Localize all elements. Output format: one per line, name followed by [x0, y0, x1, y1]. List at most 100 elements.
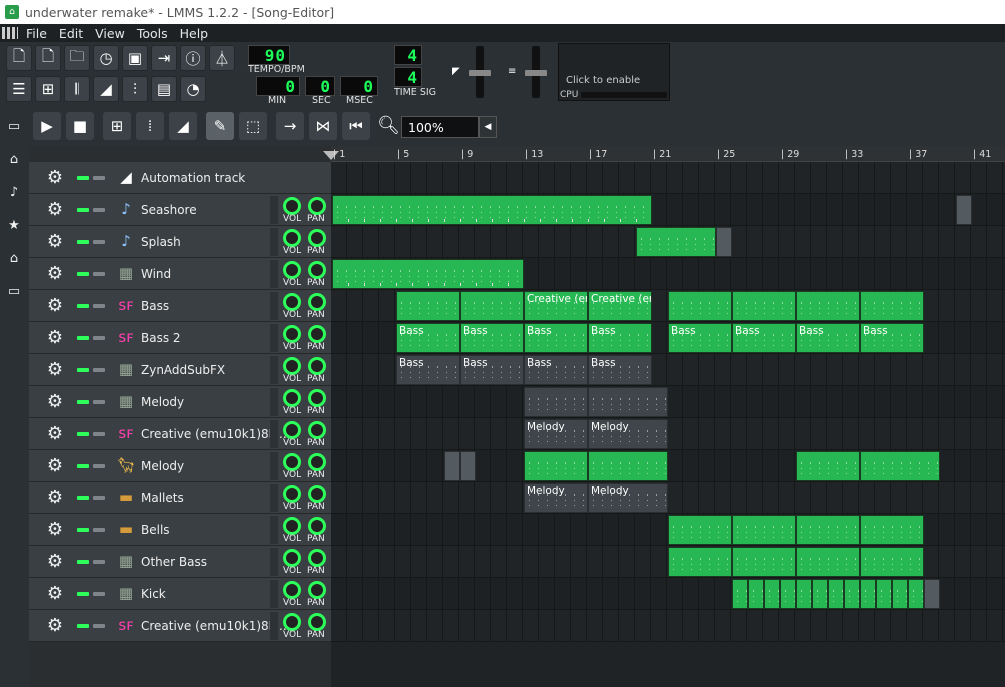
pattern-clip[interactable]	[796, 515, 860, 545]
volume-knob[interactable]	[283, 613, 301, 631]
volume-knob[interactable]	[283, 293, 301, 311]
pan-knob[interactable]	[308, 293, 326, 311]
gear-icon[interactable]: ⚙	[45, 424, 65, 444]
pattern-clip[interactable]	[860, 547, 924, 577]
stop-icon[interactable]: ■	[66, 112, 94, 140]
volume-knob[interactable]	[283, 549, 301, 567]
pan-knob[interactable]	[308, 613, 326, 631]
mute-button[interactable]	[77, 272, 89, 276]
track-row[interactable]	[331, 482, 1005, 514]
volume-knob[interactable]	[283, 197, 301, 215]
track-name[interactable]: Other Bass	[141, 555, 207, 569]
gear-icon[interactable]: ⚙	[45, 616, 65, 636]
pattern-clip[interactable]	[524, 451, 588, 481]
track-header[interactable]: ⚙ ♪ Seashore VOL PAN	[29, 194, 331, 226]
pattern-clip[interactable]: Melody	[588, 483, 668, 513]
master-volume-handle[interactable]	[469, 70, 491, 76]
gear-icon[interactable]: ⚙	[45, 456, 65, 476]
solo-button[interactable]	[93, 496, 105, 500]
track-name[interactable]: Melody	[141, 395, 184, 409]
track-name[interactable]: Mallets	[141, 491, 184, 505]
volume-knob[interactable]	[283, 325, 301, 343]
new-from-template-icon[interactable]: 🗋	[35, 45, 61, 71]
pattern-clip[interactable]: Bass	[524, 355, 588, 385]
pattern-clip[interactable]: Bass	[588, 323, 652, 353]
mute-button[interactable]	[77, 496, 89, 500]
pattern-clip[interactable]	[588, 387, 668, 417]
pan-knob[interactable]	[308, 421, 326, 439]
solo-button[interactable]	[93, 368, 105, 372]
add-beat-track-icon[interactable]: ⊞	[103, 112, 131, 140]
track-header[interactable]: ⚙ ꜱꜰ Bass 2 VOL PAN	[29, 322, 331, 354]
pattern-clip[interactable]	[716, 227, 732, 257]
track-name[interactable]: Creative (emu10k1)8M...	[141, 427, 290, 441]
pattern-clip[interactable]	[332, 195, 652, 225]
edit-mode-icon[interactable]: ⬚	[239, 112, 267, 140]
pattern-clip[interactable]: Bass	[860, 323, 924, 353]
app-menu-icon[interactable]	[2, 27, 18, 39]
track-name[interactable]: Splash	[141, 235, 181, 249]
open-project-icon[interactable]: 🗀	[64, 45, 90, 71]
pan-knob[interactable]	[308, 229, 326, 247]
my-home-icon[interactable]: ⌂	[6, 250, 22, 266]
solo-button[interactable]	[93, 240, 105, 244]
pan-knob[interactable]	[308, 325, 326, 343]
pattern-clip[interactable]: Bass	[588, 355, 652, 385]
export-icon[interactable]: ⇥	[151, 45, 177, 71]
mute-button[interactable]	[77, 176, 89, 180]
pattern-clip[interactable]: Bass	[668, 323, 732, 353]
pattern-clip[interactable]: Bass	[796, 323, 860, 353]
solo-button[interactable]	[93, 272, 105, 276]
track-name[interactable]: Melody	[141, 459, 184, 473]
volume-knob[interactable]	[283, 357, 301, 375]
pattern-clip[interactable]	[732, 291, 796, 321]
pattern-clip[interactable]: Bass	[460, 323, 524, 353]
pattern-clip[interactable]	[732, 579, 748, 609]
pan-knob[interactable]	[308, 549, 326, 567]
add-automation-track-icon[interactable]: ◢	[169, 112, 197, 140]
pattern-clip[interactable]: Bass	[396, 323, 460, 353]
track-header[interactable]: ⚙ ꜱꜰ Creative (emu10k1)8M... VOL PAN	[29, 610, 331, 642]
pattern-clip[interactable]	[396, 291, 460, 321]
solo-button[interactable]	[93, 464, 105, 468]
track-name[interactable]: Creative (emu10k1)8M...	[141, 619, 290, 633]
pattern-clip[interactable]	[956, 195, 972, 225]
pattern-clip[interactable]	[924, 579, 940, 609]
pattern-clip[interactable]	[524, 387, 588, 417]
volume-knob[interactable]	[283, 453, 301, 471]
add-sample-track-icon[interactable]: ⦙	[136, 112, 164, 140]
solo-button[interactable]	[93, 304, 105, 308]
pattern-clip[interactable]	[908, 579, 924, 609]
metronome-icon[interactable]: ⏃	[209, 45, 235, 71]
loop-points-icon[interactable]: ⋈	[309, 112, 337, 140]
gear-icon[interactable]: ⚙	[45, 200, 65, 220]
gear-icon[interactable]: ⚙	[45, 488, 65, 508]
timeline-ruler[interactable]: | 1 | 5 | 9 | 13 | 17 | 21 | 25 | 29 | 33 | 37 | 4…	[323, 146, 1005, 162]
pattern-clip[interactable]	[860, 515, 924, 545]
gear-icon[interactable]: ⚙	[45, 360, 65, 380]
my-projects-icon[interactable]: ⌂	[6, 151, 22, 167]
pattern-clip[interactable]	[828, 579, 844, 609]
instrument-plugins-icon[interactable]: ▭	[6, 118, 22, 134]
track-row[interactable]	[331, 386, 1005, 418]
track-name[interactable]: Seashore	[141, 203, 197, 217]
track-name[interactable]: Wind	[141, 267, 171, 281]
song-grid[interactable]: Creative (em Creative (em Bass Bass Bass Bass…	[331, 162, 1005, 642]
zoom-select[interactable]: 100%	[401, 116, 479, 138]
pattern-clip[interactable]	[588, 451, 668, 481]
mute-button[interactable]	[77, 240, 89, 244]
zoom-dropdown-arrow[interactable]: ◀	[479, 116, 497, 138]
solo-button[interactable]	[93, 528, 105, 532]
gear-icon[interactable]: ⚙	[45, 168, 65, 188]
track-name[interactable]: Kick	[141, 587, 166, 601]
pattern-clip[interactable]	[780, 579, 796, 609]
pattern-clip[interactable]	[796, 291, 860, 321]
save-icon[interactable]: ▣	[122, 45, 148, 71]
mute-button[interactable]	[77, 592, 89, 596]
pattern-clip[interactable]	[636, 227, 716, 257]
volume-knob[interactable]	[283, 261, 301, 279]
pattern-clip[interactable]	[796, 547, 860, 577]
gear-icon[interactable]: ⚙	[45, 232, 65, 252]
mute-button[interactable]	[77, 560, 89, 564]
pattern-clip[interactable]: Bass	[460, 355, 524, 385]
